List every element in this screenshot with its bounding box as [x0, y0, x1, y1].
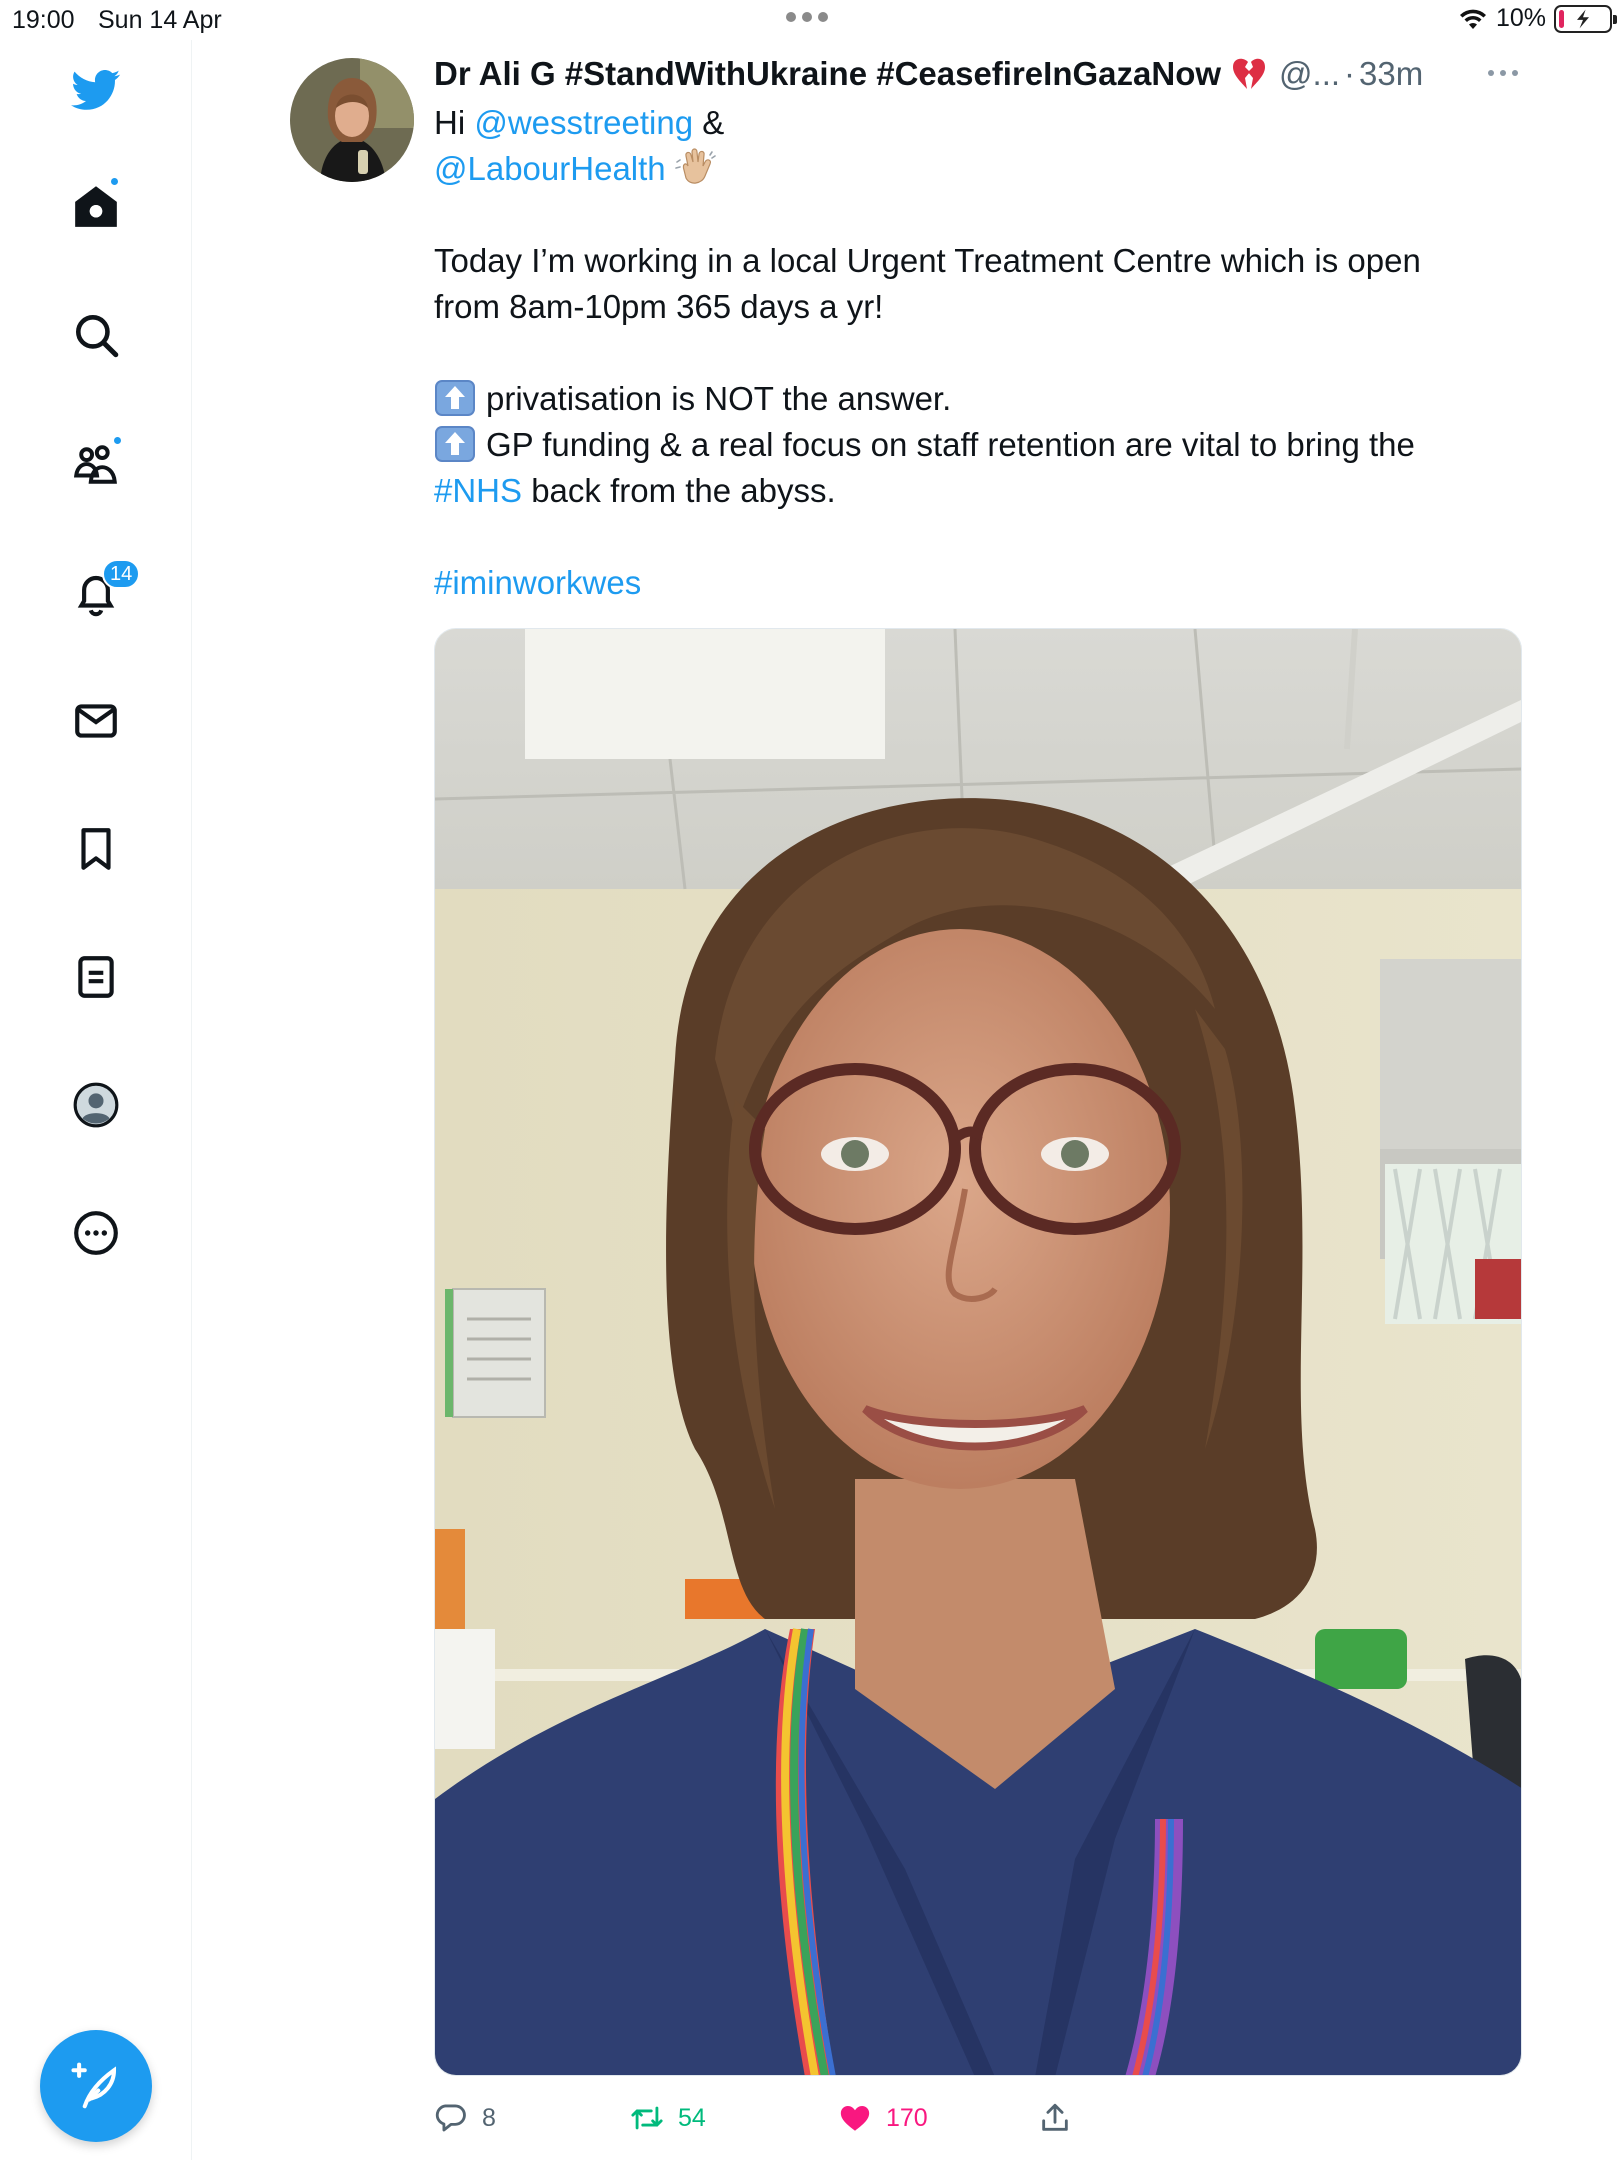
like-button[interactable]: 170 — [838, 2096, 928, 2140]
author-avatar[interactable] — [290, 58, 414, 182]
reply-count: 8 — [482, 2103, 496, 2132]
multitasking-dots-icon[interactable] — [786, 12, 828, 22]
compose-feather-icon — [71, 2062, 117, 2109]
tweet-line: #iminworkwes — [434, 560, 1514, 606]
retweet-count: 54 — [678, 2103, 706, 2132]
more-icon[interactable] — [60, 1197, 132, 1269]
author-display-name[interactable]: Dr Ali G #StandWithUkraine #CeasefireInG… — [434, 55, 1221, 93]
tweet-text: Hi @wesstreeting & @LabourHealth Today I… — [434, 100, 1514, 606]
tweet-line: @LabourHealth — [434, 146, 1514, 192]
heart-filled-icon — [840, 2105, 870, 2131]
like-count: 170 — [886, 2103, 928, 2132]
mention-link[interactable]: @LabourHealth — [434, 150, 666, 187]
battery-icon — [1554, 4, 1617, 33]
retweet-button[interactable]: 54 — [630, 2096, 706, 2140]
tweet-line: Today I’m working in a local Urgent Trea… — [434, 242, 1421, 279]
up-arrow-emoji-icon — [434, 379, 476, 417]
tweet-line: privatisation is NOT the answer. — [434, 376, 1514, 422]
lists-icon[interactable] — [60, 941, 132, 1013]
greeting-suffix: & — [693, 104, 725, 141]
home-icon[interactable] — [60, 170, 132, 242]
status-right: 10% — [1458, 4, 1617, 33]
share-upload-icon — [1042, 2103, 1068, 2131]
charging-bolt-icon — [1577, 9, 1589, 28]
tweet-actions-bar: 8 54 170 — [434, 2096, 1522, 2140]
tweet-photo[interactable] — [434, 628, 1522, 2076]
sidebar: 14 — [0, 40, 192, 2160]
communities-icon[interactable] — [60, 427, 132, 499]
messages-envelope-icon[interactable] — [60, 685, 132, 757]
retweet-icon — [631, 2106, 663, 2130]
twitter-logo-icon[interactable] — [60, 54, 132, 126]
profile-icon[interactable] — [60, 1069, 132, 1141]
broken-heart-icon — [1231, 57, 1267, 91]
author-handle[interactable]: @... — [1279, 55, 1340, 93]
tweet-line: Hi @wesstreeting & — [434, 100, 1514, 146]
line-suffix: back from the abyss. — [522, 472, 836, 509]
bullet-text: GP funding & a real focus on staff reten… — [486, 426, 1415, 463]
tweet-timestamp[interactable]: 33m — [1359, 55, 1423, 93]
header-separator: · — [1344, 55, 1356, 92]
status-date: Sun 14 Apr — [98, 6, 222, 34]
status-bar: 19:00 Sun 14 Apr 10% — [0, 0, 1620, 40]
search-icon[interactable] — [60, 299, 132, 371]
hashtag-link[interactable]: #iminworkwes — [434, 564, 641, 601]
reply-bubble-icon — [435, 2104, 466, 2132]
up-arrow-emoji-icon — [434, 425, 476, 463]
greeting-prefix: Hi — [434, 104, 475, 141]
bullet-text: privatisation is NOT the answer. — [486, 380, 952, 417]
tweet-line: GP funding & a real focus on staff reten… — [434, 422, 1514, 468]
compose-button[interactable] — [40, 2030, 152, 2142]
wifi-icon — [1459, 9, 1486, 29]
notifications-bell-icon[interactable]: 14 — [60, 557, 141, 629]
communities-unread-dot — [112, 435, 123, 446]
mention-link[interactable]: @wesstreeting — [474, 104, 693, 141]
waving-hand-icon — [674, 148, 718, 188]
reply-button[interactable]: 8 — [434, 2096, 496, 2140]
battery-percent: 10% — [1495, 4, 1546, 32]
home-unread-dot — [109, 176, 120, 187]
hashtag-link[interactable]: #NHS — [434, 472, 522, 509]
status-time: 19:00 — [12, 6, 75, 34]
share-button[interactable] — [1038, 2096, 1072, 2140]
tweet-line: #NHS back from the abyss. — [434, 468, 1514, 514]
tweet-header: Dr Ali G #StandWithUkraine #CeasefireInG… — [434, 52, 1423, 96]
tweet-line: from 8am-10pm 365 days a yr! — [434, 288, 884, 325]
bookmark-icon[interactable] — [60, 813, 132, 885]
notifications-count-badge: 14 — [102, 559, 141, 589]
tweet-more-options-icon[interactable] — [1488, 70, 1518, 76]
